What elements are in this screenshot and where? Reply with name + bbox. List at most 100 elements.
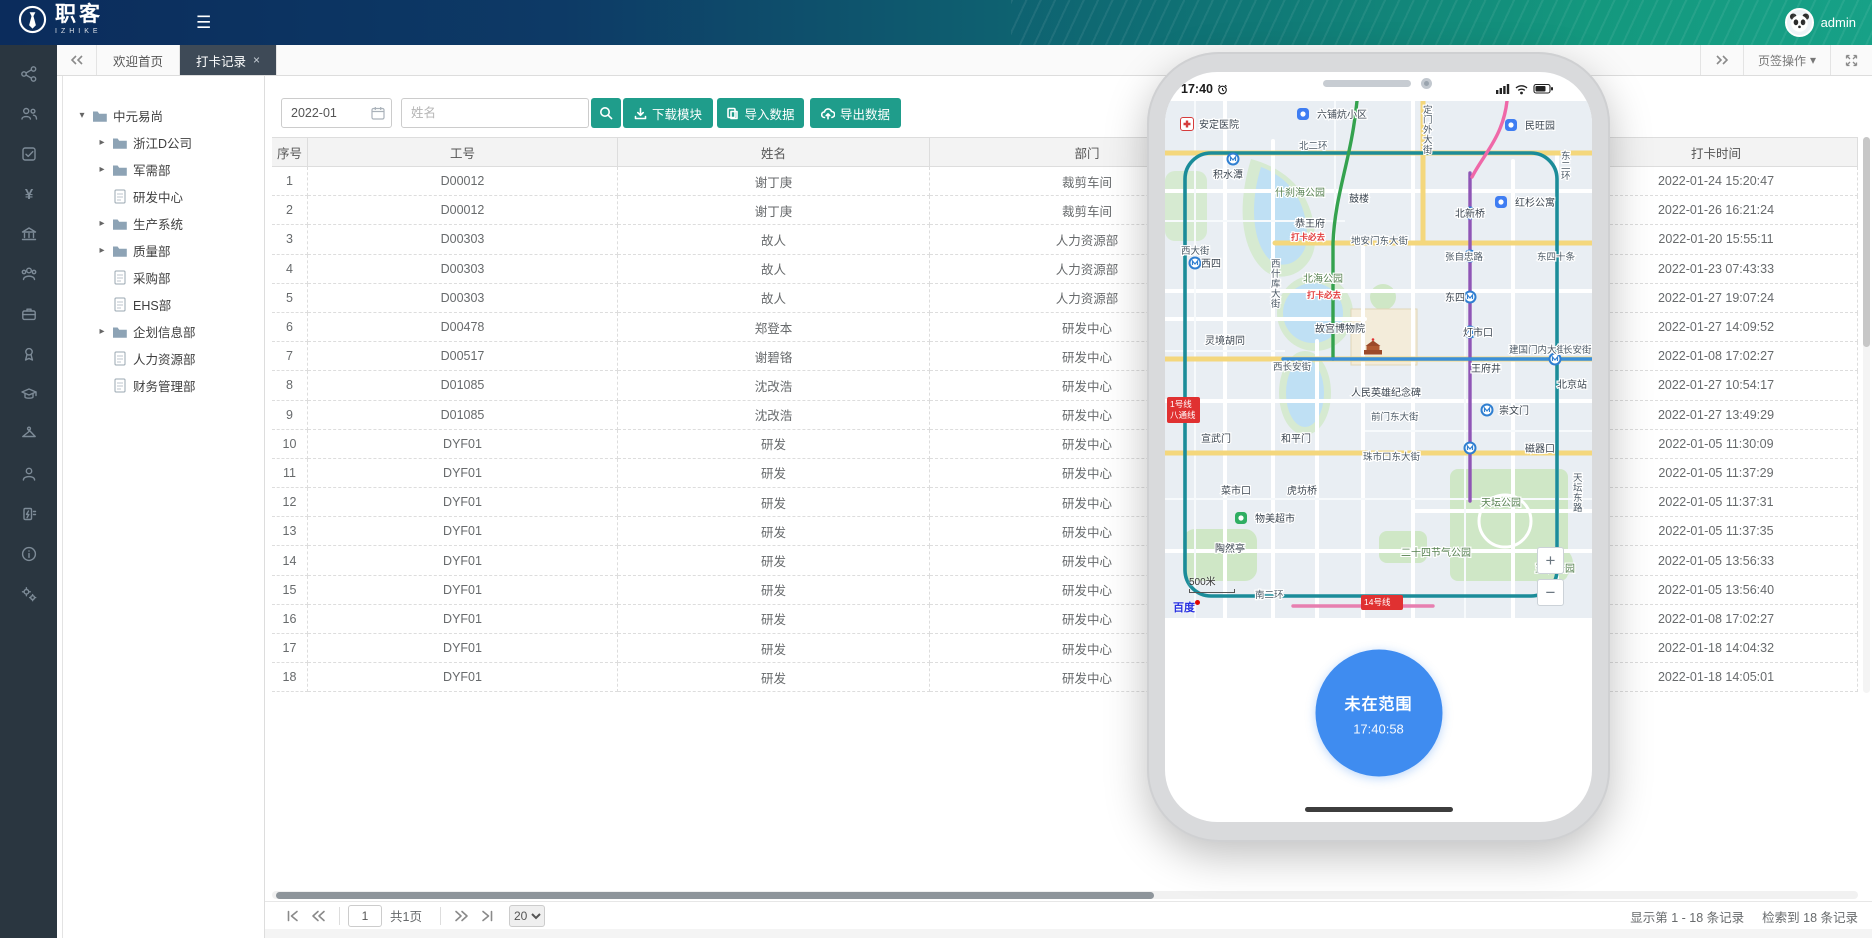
- approval-icon[interactable]: [20, 145, 38, 163]
- page-size-select[interactable]: 20: [509, 905, 545, 927]
- next-page-button[interactable]: [449, 906, 475, 926]
- table-row[interactable]: 9D01085沈改浩研发中心2022-01-27 13:49:29: [272, 401, 1858, 430]
- device-icon[interactable]: [20, 505, 38, 523]
- tree-caret-icon[interactable]: ▸: [97, 245, 107, 256]
- scrollbar-thumb[interactable]: [276, 892, 1154, 899]
- org-structure-icon[interactable]: [20, 65, 38, 83]
- tabs-scroll-right-icon[interactable]: [1700, 45, 1743, 75]
- tree-caret-icon[interactable]: ▾: [77, 110, 87, 121]
- prev-page-button[interactable]: [305, 906, 331, 926]
- first-page-button[interactable]: [279, 906, 305, 926]
- avatar[interactable]: [1785, 8, 1814, 37]
- table-vertical-scrollbar[interactable]: [1863, 137, 1870, 693]
- export-data-button[interactable]: 导出数据: [810, 98, 901, 128]
- table-row[interactable]: 11DYF01研发研发中心2022-01-05 11:37:29: [272, 459, 1858, 488]
- tree-caret-icon[interactable]: ▸: [97, 137, 107, 148]
- table-row[interactable]: 15DYF01研发研发中心2022-01-05 13:56:40: [272, 576, 1858, 605]
- table-row[interactable]: 2D00012谢丁庚裁剪车间2022-01-26 16:21:24: [272, 196, 1858, 225]
- phone-mockup: 17:40: [1147, 52, 1610, 842]
- column-header: 姓名: [618, 138, 930, 166]
- table-cell: 研发: [618, 430, 930, 459]
- map-label: 西什库大街: [1271, 259, 1281, 310]
- table-row[interactable]: 8D01085沈改浩研发中心2022-01-27 10:54:17: [272, 371, 1858, 400]
- clock-in-button[interactable]: 未在范围 17:40:58: [1315, 650, 1442, 777]
- tree-item[interactable]: ▸生产系统: [63, 210, 264, 237]
- poi-marker-icon: [1505, 119, 1517, 131]
- table-row[interactable]: 12DYF01研发研发中心2022-01-05 11:37:31: [272, 488, 1858, 517]
- table-row[interactable]: 16DYF01研发研发中心2022-01-08 17:02:27: [272, 605, 1858, 634]
- tab-close-icon[interactable]: ×: [253, 53, 260, 67]
- name-search-input[interactable]: [401, 98, 589, 128]
- records-summary: 显示第 1 - 18 条记录: [1630, 907, 1744, 926]
- table-row[interactable]: 13DYF01研发研发中心2022-01-05 11:37:35: [272, 517, 1858, 546]
- map-zoom-out-button[interactable]: −: [1537, 579, 1564, 606]
- table-row[interactable]: 4D00303故人人力资源部2022-01-23 07:43:33: [272, 255, 1858, 284]
- table-cell: 16: [272, 605, 308, 634]
- table-row[interactable]: 6D00478郑登本研发中心2022-01-27 14:09:52: [272, 313, 1858, 342]
- tree-item[interactable]: EHS部: [63, 291, 264, 318]
- import-data-button[interactable]: 导入数据: [717, 98, 804, 128]
- map-label: 磁器口: [1525, 442, 1555, 455]
- table-row[interactable]: 7D00517谢碧铬研发中心2022-01-08 17:02:27: [272, 342, 1858, 371]
- table-row[interactable]: 10DYF01研发研发中心2022-01-05 11:30:09: [272, 430, 1858, 459]
- table-cell: DYF01: [308, 546, 618, 575]
- poi-marker-icon: [1297, 108, 1309, 120]
- map-label: 民旺园: [1525, 120, 1555, 132]
- username-label[interactable]: admin: [1821, 15, 1856, 30]
- profile-icon[interactable]: [20, 465, 38, 483]
- table-row[interactable]: 1D00012谢丁庚裁剪车间2022-01-24 15:20:47: [272, 167, 1858, 196]
- table-row[interactable]: 17DYF01研发研发中心2022-01-18 14:04:32: [272, 634, 1858, 663]
- tree-item[interactable]: 研发中心: [63, 183, 264, 210]
- table-cell: 2022-01-27 10:54:17: [1575, 371, 1858, 400]
- month-picker[interactable]: [281, 98, 392, 128]
- about-icon[interactable]: [20, 545, 38, 563]
- map-view[interactable]: 六铺炕小区民旺园安定医院北二环定门外大街东二环积水潭什刹海公园鼓楼北新桥红杉公寓…: [1165, 101, 1592, 618]
- tree-item[interactable]: 财务管理部: [63, 372, 264, 399]
- tree-item[interactable]: ▸企划信息部: [63, 318, 264, 345]
- training-icon[interactable]: [20, 385, 38, 403]
- tree-item[interactable]: 人力资源部: [63, 345, 264, 372]
- tree-item[interactable]: ▸浙江D公司: [63, 129, 264, 156]
- tab-clock-records[interactable]: 打卡记录 ×: [180, 45, 277, 75]
- download-template-button[interactable]: 下载模块: [623, 98, 713, 128]
- members-icon[interactable]: [20, 105, 38, 123]
- last-page-button[interactable]: [475, 906, 501, 926]
- table-cell: 研发: [618, 488, 930, 517]
- settings-icon[interactable]: [20, 585, 38, 603]
- map-label: 打卡必去: [1291, 232, 1326, 242]
- table-row[interactable]: 5D00303故人人力资源部2022-01-27 19:07:24: [272, 284, 1858, 313]
- table-cell: D00303: [308, 284, 618, 313]
- salary-icon[interactable]: ¥: [20, 185, 38, 203]
- tree-item[interactable]: ▸质量部: [63, 237, 264, 264]
- map-label: 定门外大街: [1423, 104, 1433, 156]
- table-cell: 2022-01-18 14:05:01: [1575, 663, 1858, 692]
- hamburger-menu-icon[interactable]: ☰: [196, 0, 211, 45]
- map-zoom-in-button[interactable]: +: [1537, 547, 1564, 574]
- table-row[interactable]: 3D00303故人人力资源部2022-01-20 15:55:11: [272, 225, 1858, 254]
- tree-caret-icon[interactable]: ▸: [97, 218, 107, 229]
- tree-caret-icon[interactable]: ▸: [97, 164, 107, 175]
- search-button[interactable]: [591, 98, 621, 128]
- tree-caret-icon[interactable]: ▸: [97, 326, 107, 337]
- metro-marker-icon: [1465, 443, 1476, 454]
- tab-welcome[interactable]: 欢迎首页: [97, 45, 180, 75]
- app-logo[interactable]: 职客 IZHIKE: [18, 4, 103, 35]
- team-icon[interactable]: [20, 265, 38, 283]
- briefcase-icon[interactable]: [20, 305, 38, 323]
- page-number-input[interactable]: [348, 905, 382, 927]
- tab-actions-dropdown[interactable]: 页签操作▾: [1743, 45, 1830, 75]
- table-horizontal-scrollbar[interactable]: [272, 891, 1858, 899]
- month-input[interactable]: [282, 106, 362, 120]
- uniform-icon[interactable]: [20, 425, 38, 443]
- table-cell: D00303: [308, 255, 618, 284]
- tree-item[interactable]: ▾中元易尚: [63, 102, 264, 129]
- badge-icon[interactable]: [20, 345, 38, 363]
- tabs-scroll-left-icon[interactable]: [57, 45, 97, 75]
- fullscreen-toggle-icon[interactable]: [1830, 45, 1872, 75]
- table-row[interactable]: 14DYF01研发研发中心2022-01-05 13:56:33: [272, 546, 1858, 575]
- table-row[interactable]: 18DYF01研发研发中心2022-01-18 14:05:01: [272, 663, 1858, 692]
- bank-icon[interactable]: [20, 225, 38, 243]
- tree-item[interactable]: 采购部: [63, 264, 264, 291]
- tree-item[interactable]: ▸军需部: [63, 156, 264, 183]
- table-cell: 故人: [618, 225, 930, 254]
